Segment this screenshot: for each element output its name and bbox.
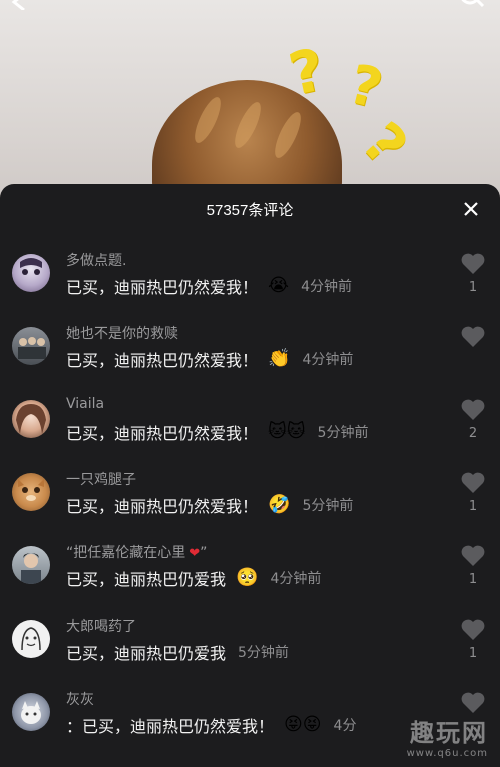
comment-text: 已买，迪丽热巴仍然爱我！ <box>66 351 259 370</box>
comment-time: 5分钟前 <box>238 645 289 661</box>
comment-panel: 57357条评论 多做点题. 已买，迪丽热巴仍然爱我！ 😭 4分钟前 1 她也不… <box>0 184 500 767</box>
comment-time: 4分钟前 <box>270 571 322 587</box>
back-arrow-icon[interactable] <box>6 0 30 10</box>
emoji: 👏 <box>268 348 291 369</box>
comment-body: 已买，迪丽热巴仍然爱我！ 👏 4分钟前 <box>66 347 353 371</box>
video-player[interactable]: ? ? ? <box>0 0 500 200</box>
heart-icon[interactable] <box>460 544 486 568</box>
emoji: 😭 <box>268 275 290 296</box>
comment-time: 5分钟前 <box>302 498 354 514</box>
heart-icon[interactable] <box>460 618 486 642</box>
close-icon[interactable] <box>460 198 482 220</box>
comment-username[interactable]: 灰灰 <box>66 689 94 709</box>
comment-time: 4分钟前 <box>301 279 352 295</box>
emoji: 🤣 <box>268 494 291 515</box>
comment-text: 已买，迪丽热巴仍爱我 <box>66 570 227 589</box>
red-heart-icon: ❤ <box>189 546 201 561</box>
comment-username[interactable]: 大郎喝药了 <box>66 616 136 636</box>
heart-icon[interactable] <box>460 325 486 349</box>
comment-item: “把任嘉伦藏在心里 ❤” 已买，迪丽热巴仍爱我 🥺 4分钟前 1 <box>0 542 500 614</box>
question-mark: ? <box>349 110 420 179</box>
username-text: “把任嘉伦藏在心里 <box>66 545 186 561</box>
emoji: 🐱🐱 <box>268 421 306 442</box>
comment-item: 大郎喝药了 已买，迪丽热巴仍爱我 5分钟前 1 <box>0 616 500 688</box>
comment-item: 一只鸡腿子 已买，迪丽热巴仍然爱我！ 🤣 5分钟前 1 <box>0 469 500 541</box>
comment-text: 已买，迪丽热巴仍然爱我！ <box>66 278 259 297</box>
comment-username[interactable]: 一只鸡腿子 <box>66 469 136 489</box>
heart-icon[interactable] <box>460 691 486 715</box>
screen: ? ? ? 57357条评论 多做点题. 已买，迪丽热巴仍然爱我！ 😭 4分钟前… <box>0 0 500 767</box>
watermark-logo: 趣玩网 <box>410 719 488 747</box>
comment-body: 已买，迪丽热巴仍然爱我！ 🤣 5分钟前 <box>66 493 353 517</box>
question-mark: ? <box>342 52 389 121</box>
comment-body: 已买，迪丽热巴仍然爱我！ 🐱🐱 5分钟前 <box>66 420 368 444</box>
comment-body: ：已买，迪丽热巴仍然爱我！ 😝😝 4分 <box>66 713 356 737</box>
comment-item: 她也不是你的救赎 已买，迪丽热巴仍然爱我！ 👏 4分钟前 <box>0 323 500 395</box>
heart-icon[interactable] <box>460 252 486 276</box>
comment-count-title: 57357条评论 <box>206 201 294 219</box>
comment-item: 多做点题. 已买，迪丽热巴仍然爱我！ 😭 4分钟前 1 <box>0 250 500 322</box>
comment-text: 已买，迪丽热巴仍然爱我！ <box>66 497 259 516</box>
comment-text: ：已买，迪丽热巴仍然爱我！ <box>66 717 275 736</box>
comment-text: 已买，迪丽热巴仍然爱我！ <box>66 424 259 443</box>
watermark-url: www.q6u.com <box>406 748 488 759</box>
emoji: 🥺 <box>236 567 259 588</box>
avatar[interactable] <box>12 693 50 731</box>
comment-time: 5分钟前 <box>317 425 369 441</box>
heart-icon[interactable] <box>460 398 486 422</box>
like-count: 1 <box>468 280 478 295</box>
avatar[interactable] <box>12 327 50 365</box>
like-count: 1 <box>468 572 478 587</box>
comment-body: 已买，迪丽热巴仍然爱我！ 😭 4分钟前 <box>66 274 352 298</box>
comment-username[interactable]: 她也不是你的救赎 <box>66 323 178 343</box>
comment-username[interactable]: 多做点题. <box>66 250 126 270</box>
like-count: 1 <box>468 499 478 514</box>
avatar[interactable] <box>12 473 50 511</box>
comment-username[interactable]: “把任嘉伦藏在心里 ❤” <box>66 542 207 562</box>
avatar[interactable] <box>12 620 50 658</box>
comment-body: 已买，迪丽热巴仍爱我 🥺 4分钟前 <box>66 566 321 590</box>
avatar[interactable] <box>12 546 50 584</box>
comment-body: 已买，迪丽热巴仍爱我 5分钟前 <box>66 640 289 664</box>
heart-icon[interactable] <box>460 471 486 495</box>
comment-item: Viaila 已买，迪丽热巴仍然爱我！ 🐱🐱 5分钟前 2 <box>0 396 500 468</box>
comment-panel-header: 57357条评论 <box>0 184 500 234</box>
comment-time: 4分钟前 <box>302 352 354 368</box>
avatar[interactable] <box>12 254 50 292</box>
username-quote-close: ” <box>200 545 208 561</box>
comment-text: 已买，迪丽热巴仍爱我 <box>66 644 227 663</box>
emoji: 😝😝 <box>284 714 322 735</box>
watermark: 趣玩网 www.q6u.com <box>407 713 488 759</box>
search-icon[interactable] <box>458 0 486 10</box>
comment-username[interactable]: Viaila <box>66 396 104 412</box>
avatar[interactable] <box>12 400 50 438</box>
like-count: 2 <box>468 426 478 441</box>
comment-time: 4分 <box>333 718 357 734</box>
like-count: 1 <box>468 646 478 661</box>
